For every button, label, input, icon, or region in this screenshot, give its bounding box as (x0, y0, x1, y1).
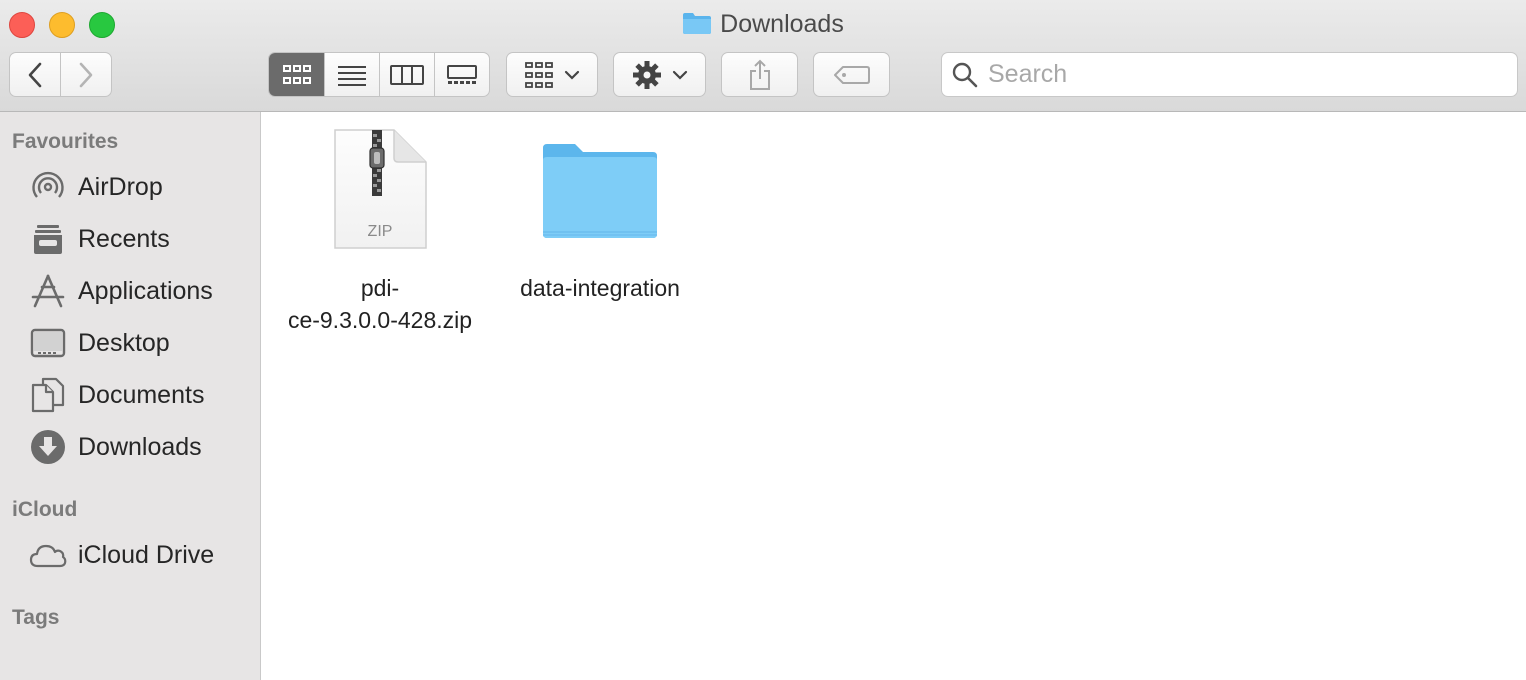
tag-icon (833, 65, 870, 84)
sidebar-item-label: AirDrop (78, 172, 163, 201)
gear-icon (632, 60, 661, 89)
search-input[interactable] (988, 60, 1488, 89)
chevron-down-icon (672, 70, 687, 80)
file-name-line: pdi- (360, 275, 400, 301)
sidebar-item-label: iCloud Drive (78, 540, 215, 569)
folder-item[interactable]: data-integration (490, 128, 710, 304)
sidebar-item-label: Applications (78, 276, 213, 305)
icon-grid-icon (282, 64, 311, 84)
share-icon (749, 59, 770, 90)
sidebar-item-applications[interactable]: Applications (28, 269, 213, 313)
sidebar-item-label: Desktop (78, 328, 170, 357)
sidebar-item-recents[interactable]: Recents (28, 217, 170, 261)
column-view-button[interactable] (379, 53, 434, 96)
edit-tags-button[interactable] (813, 52, 890, 97)
sidebar: Favourites AirDrop Recents Applications … (0, 112, 261, 680)
sidebar-heading-tags: Tags (12, 606, 60, 629)
window-title-text: Downloads (720, 10, 844, 38)
documents-icon (28, 375, 68, 415)
action-menu-button[interactable] (613, 52, 706, 97)
columns-icon (390, 64, 424, 85)
group-grid-icon (525, 61, 553, 88)
share-button[interactable] (721, 52, 798, 97)
chevron-down-icon (564, 70, 580, 80)
zip-file-badge: ZIP (367, 223, 393, 240)
sidebar-item-label: Recents (78, 224, 170, 253)
sidebar-item-desktop[interactable]: Desktop (28, 321, 170, 365)
chevron-left-icon (28, 62, 42, 87)
applications-icon (28, 271, 68, 311)
chevron-right-icon (79, 62, 93, 87)
airdrop-icon (28, 167, 68, 207)
sidebar-item-airdrop[interactable]: AirDrop (28, 165, 163, 209)
group-by-button[interactable] (506, 52, 598, 97)
sidebar-item-label: Downloads (78, 432, 202, 461)
desktop-icon (28, 323, 68, 363)
list-icon (338, 65, 366, 86)
navigation-buttons (9, 52, 112, 97)
gallery-view-button[interactable] (434, 53, 489, 96)
forward-button[interactable] (60, 53, 111, 96)
window-title: Downloads (0, 9, 1526, 39)
sidebar-heading-icloud: iCloud (12, 498, 78, 521)
file-item[interactable]: ZIP pdi- ce-9.3.0.0-428.zip (270, 128, 490, 336)
icon-view-button[interactable] (269, 53, 324, 96)
sidebar-item-label: Documents (78, 380, 205, 409)
folder-name: data-integration (520, 275, 680, 301)
sidebar-item-icloud-drive[interactable]: iCloud Drive (28, 533, 214, 577)
folder-icon (543, 144, 657, 238)
gallery-icon (447, 64, 477, 84)
list-view-button[interactable] (324, 53, 379, 96)
file-browser-content: ZIP pdi- ce-9.3.0.0-428.zip data-integra… (262, 112, 1526, 680)
downloads-icon (28, 427, 68, 467)
back-button[interactable] (10, 53, 60, 96)
search-field[interactable] (941, 52, 1518, 97)
view-mode-control (268, 52, 490, 97)
search-icon (952, 62, 978, 87)
file-name-line: ce-9.3.0.0-428.zip (287, 307, 473, 333)
window-toolbar: Downloads (0, 0, 1526, 112)
sidebar-heading-favourites: Favourites (12, 130, 119, 153)
sidebar-item-downloads[interactable]: Downloads (28, 425, 202, 469)
recents-icon (28, 219, 68, 259)
cloud-icon (28, 535, 68, 575)
folder-icon (683, 13, 712, 34)
sidebar-item-documents[interactable]: Documents (28, 373, 204, 417)
